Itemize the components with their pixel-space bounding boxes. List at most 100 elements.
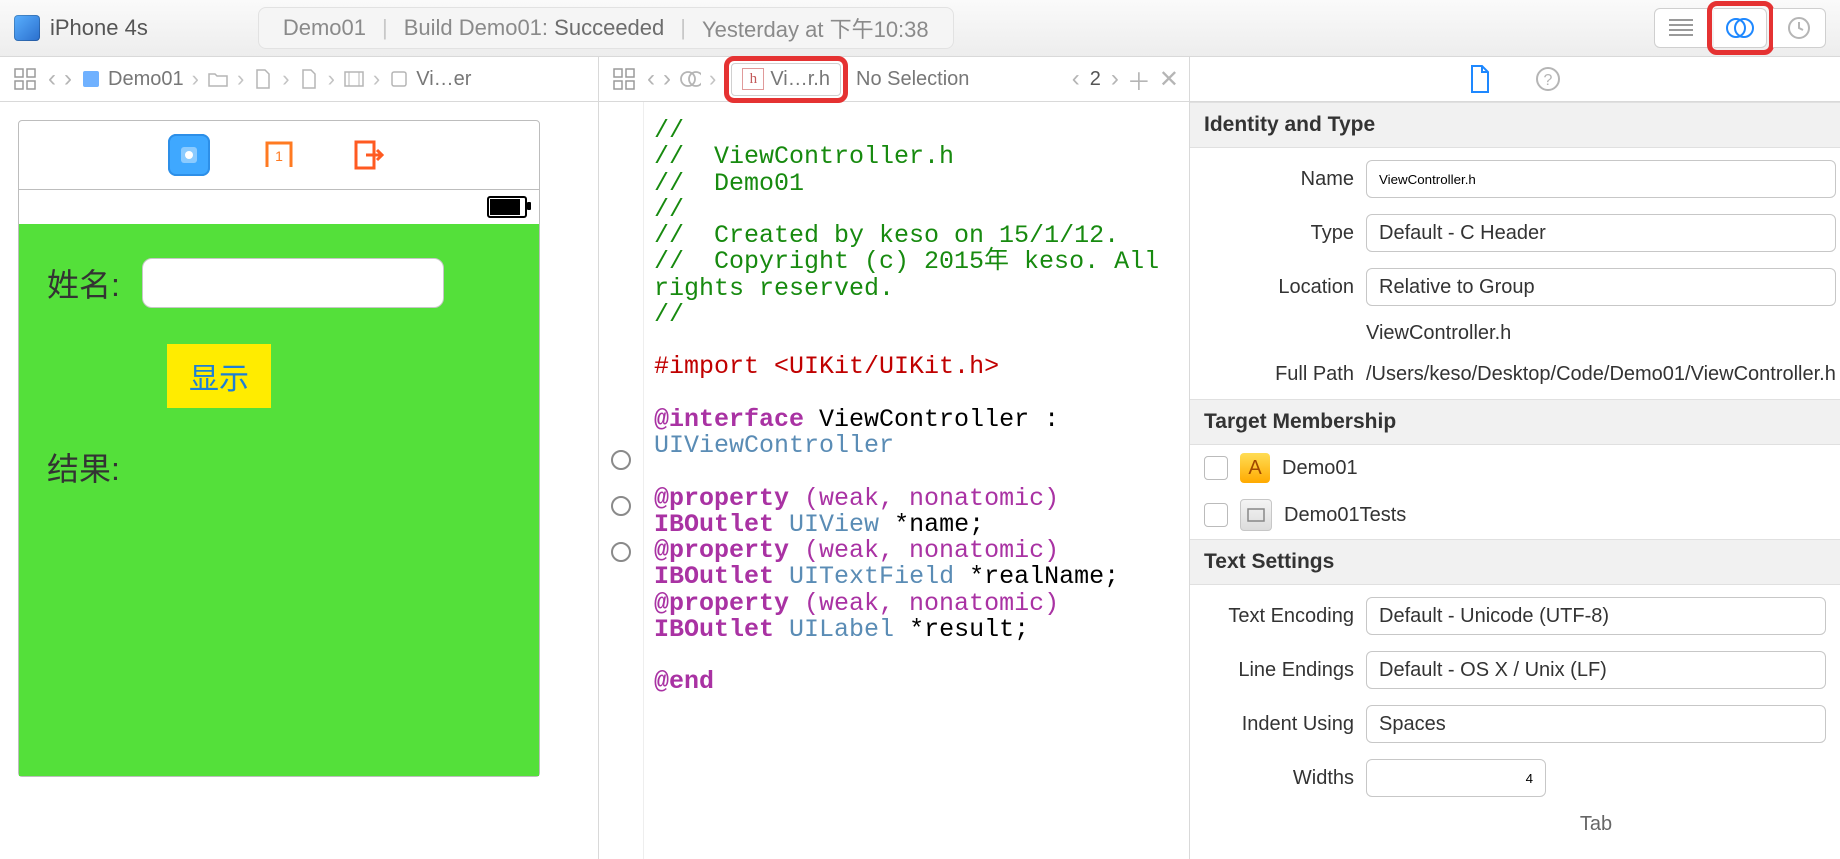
related-items-icon[interactable] xyxy=(10,64,40,94)
scene-dock: 1 xyxy=(19,121,539,190)
status-bar xyxy=(19,190,539,224)
assistant-editor-pane: ‹ › › h Vi…r.h No Selection ‹ 2 › ＋ ✕ xyxy=(599,57,1190,859)
encoding-label: Text Encoding xyxy=(1228,605,1354,628)
widths-label: Widths xyxy=(1293,767,1354,790)
quick-help-tab[interactable]: ? xyxy=(1535,66,1561,92)
editor-assistant-button[interactable] xyxy=(1714,8,1767,48)
file-crumb-label: Vi…r.h xyxy=(770,68,830,91)
view-canvas[interactable]: 姓名: 显示 结果: xyxy=(19,224,539,776)
target-row-tests[interactable]: Demo01Tests xyxy=(1190,491,1840,539)
status-app: Demo01 xyxy=(283,15,366,41)
left-jump-bar[interactable]: ‹ › Demo01 › › › › › Vi…er xyxy=(0,57,598,102)
selection-label[interactable]: No Selection xyxy=(856,68,969,91)
venn-small-icon[interactable] xyxy=(679,68,701,90)
target-app-label: Demo01 xyxy=(1282,457,1358,480)
outlet-connection-icon[interactable] xyxy=(611,450,631,470)
checkbox[interactable] xyxy=(1204,503,1228,527)
status-msg: Build Demo01: xyxy=(404,15,548,40)
text-settings-header: Text Settings xyxy=(1190,539,1840,585)
encoding-select[interactable]: Default - Unicode (UTF-8) xyxy=(1366,597,1826,635)
left-editor-pane: ‹ › Demo01 › › › › › Vi…er xyxy=(0,57,599,859)
next-counterpart-button[interactable]: › xyxy=(1111,65,1119,93)
device-name: iPhone 4s xyxy=(50,15,148,41)
chip-icon xyxy=(388,68,410,90)
exit-icon[interactable] xyxy=(348,134,390,176)
crumb-project-label: Demo01 xyxy=(108,68,184,91)
battery-icon xyxy=(487,196,527,218)
indent-using-label: Indent Using xyxy=(1242,713,1354,736)
editor-standard-button[interactable] xyxy=(1654,8,1708,48)
crumb-scene[interactable]: Vi…er xyxy=(388,68,471,91)
file-icon[interactable] xyxy=(252,68,274,90)
checkbox[interactable] xyxy=(1204,456,1228,480)
tab-width-stepper[interactable] xyxy=(1366,759,1546,797)
inspector-pane: ? Identity and Type Name Type Default - … xyxy=(1190,57,1840,859)
name-label[interactable]: 姓名: xyxy=(47,260,120,306)
interface-builder-canvas[interactable]: 1 姓名: 显示 xyxy=(0,102,598,859)
svg-text:?: ? xyxy=(1544,72,1553,89)
venn-icon xyxy=(1725,17,1755,39)
name-field-label: Name xyxy=(1301,168,1354,191)
file-inspector-tab[interactable] xyxy=(1469,65,1491,93)
assistant-editor-highlight xyxy=(1707,1,1774,55)
header-file-icon: h xyxy=(742,68,764,90)
viewcontroller-chip-icon[interactable] xyxy=(168,134,210,176)
storyboard-icon[interactable] xyxy=(343,68,365,90)
outlet-connection-icon[interactable] xyxy=(611,542,631,562)
assistant-jump-bar[interactable]: ‹ › › h Vi…r.h No Selection ‹ 2 › ＋ ✕ xyxy=(599,57,1189,102)
tests-target-icon xyxy=(1240,499,1272,531)
fullpath-label: Full Path xyxy=(1275,363,1354,386)
type-field-label: Type xyxy=(1311,222,1354,245)
name-textfield[interactable] xyxy=(142,258,444,308)
prev-counterpart-button[interactable]: ‹ xyxy=(1072,65,1080,93)
device-frame: 1 姓名: 显示 xyxy=(18,120,540,777)
back-button[interactable]: ‹ xyxy=(647,65,655,93)
file-crumb[interactable]: h Vi…r.h xyxy=(731,63,841,96)
project-icon xyxy=(80,68,102,90)
tab-sublabel: Tab xyxy=(1366,813,1826,836)
location-file: ViewController.h xyxy=(1366,322,1836,345)
location-field-label: Location xyxy=(1278,276,1354,299)
line-endings-select[interactable]: Default - OS X / Unix (LF) xyxy=(1366,651,1826,689)
name-field[interactable] xyxy=(1366,160,1836,198)
file-icon xyxy=(1469,65,1491,93)
target-tests-label: Demo01Tests xyxy=(1284,504,1406,527)
back-button[interactable]: ‹ xyxy=(48,65,56,93)
top-toolbar: iPhone 4s Demo01 | Build Demo01: Succeed… xyxy=(0,0,1840,57)
status-time: Yesterday at 下午10:38 xyxy=(702,12,929,44)
editor-version-button[interactable] xyxy=(1773,8,1826,48)
type-select[interactable]: Default - C Header xyxy=(1366,214,1836,252)
fullpath-value: /Users/keso/Desktop/Code/Demo01/ViewCont… xyxy=(1366,361,1836,387)
counterpart-count: 2 xyxy=(1090,68,1101,91)
target-membership-header: Target Membership xyxy=(1190,399,1840,445)
folder-icon[interactable] xyxy=(207,68,229,90)
show-button[interactable]: 显示 xyxy=(167,344,271,408)
forward-button[interactable]: › xyxy=(663,65,671,93)
target-row-app[interactable]: A Demo01 xyxy=(1190,445,1840,491)
activity-pill: Demo01 | Build Demo01: Succeeded | Yeste… xyxy=(258,7,954,49)
svg-text:1: 1 xyxy=(275,148,283,164)
line-endings-label: Line Endings xyxy=(1238,659,1354,682)
close-assistant-button[interactable]: ✕ xyxy=(1159,65,1179,94)
help-icon: ? xyxy=(1535,66,1561,92)
lines-icon xyxy=(1669,18,1693,38)
editor-gutter xyxy=(599,102,644,859)
add-assistant-button[interactable]: ＋ xyxy=(1127,62,1151,97)
result-label[interactable]: 结果: xyxy=(47,444,120,490)
app-target-icon: A xyxy=(1240,453,1270,483)
crumb-project[interactable]: Demo01 xyxy=(80,68,184,91)
crumb-file-label: Vi…er xyxy=(416,68,471,91)
location-select[interactable]: Relative to Group xyxy=(1366,268,1836,306)
identity-header: Identity and Type xyxy=(1190,102,1840,148)
inspector-tabs: ? xyxy=(1190,57,1840,102)
first-responder-icon[interactable]: 1 xyxy=(258,134,300,176)
forward-button[interactable]: › xyxy=(64,65,72,93)
scheme-selector[interactable]: iPhone 4s xyxy=(14,15,148,41)
file-crumb-highlight: h Vi…r.h xyxy=(724,56,848,103)
file-icon[interactable] xyxy=(298,68,320,90)
app-icon xyxy=(14,15,40,41)
related-items-icon[interactable] xyxy=(609,64,639,94)
outlet-connection-icon[interactable] xyxy=(611,496,631,516)
source-editor[interactable]: // // ViewController.h // Demo01 // // C… xyxy=(644,102,1189,859)
indent-using-select[interactable]: Spaces xyxy=(1366,705,1826,743)
